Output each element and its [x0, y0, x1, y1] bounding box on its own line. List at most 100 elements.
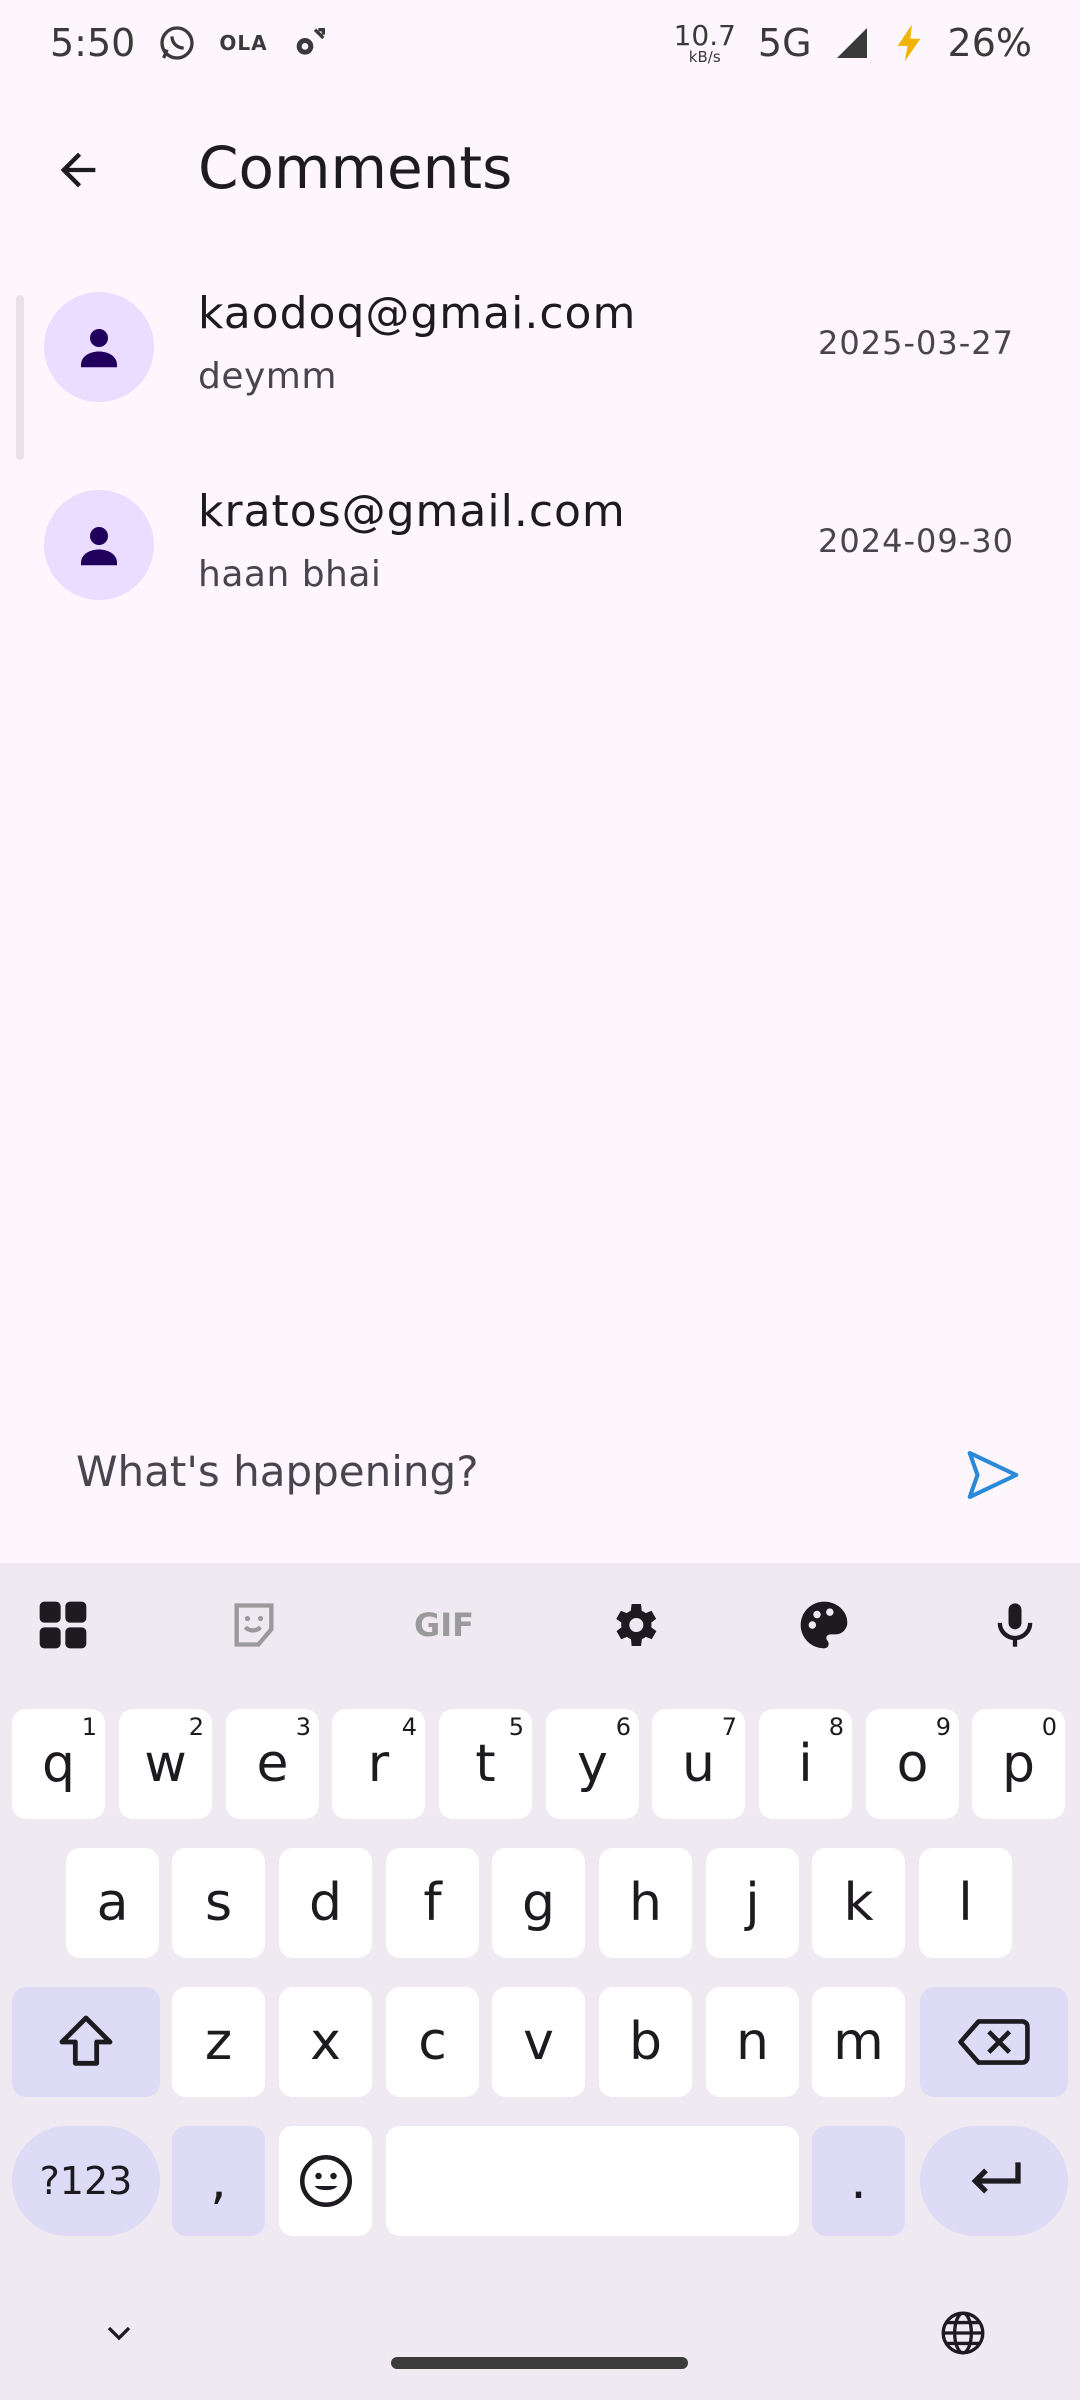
key-u[interactable]: u7	[652, 1709, 745, 1819]
key-l[interactable]: l	[919, 1848, 1012, 1958]
emoji-key[interactable]	[279, 2126, 372, 2236]
comments-list: kaodoq@gmai.com deymm 2025-03-27 kratos@…	[0, 272, 1080, 668]
key-y[interactable]: y6	[546, 1709, 639, 1819]
app-bar: Comments	[0, 110, 1080, 230]
key-label: i	[798, 1734, 813, 1794]
key-hint: 2	[188, 1713, 204, 1741]
key-b[interactable]: b	[599, 1987, 692, 2097]
key-i[interactable]: i8	[759, 1709, 852, 1819]
status-bar: 5:50 OLA 10.7 kB/s 5G 26%	[0, 0, 1080, 86]
key-e[interactable]: e3	[226, 1709, 319, 1819]
battery-percent: 26%	[947, 21, 1032, 65]
key-label: e	[256, 1734, 289, 1794]
backspace-key[interactable]	[920, 1987, 1068, 2097]
settings-sync-icon	[290, 23, 330, 63]
key-hint: 4	[401, 1713, 417, 1741]
comment-item[interactable]: kratos@gmail.com haan bhai 2024-09-30	[0, 470, 1080, 668]
key-label: u	[682, 1734, 715, 1794]
keyboard-toolbar: GIF	[0, 1563, 1080, 1685]
key-z[interactable]: z	[172, 1987, 265, 2097]
enter-icon	[971, 2162, 1021, 2194]
status-bar-right: 10.7 kB/s 5G 26%	[674, 21, 1032, 65]
apps-grid-button[interactable]	[23, 1585, 103, 1665]
avatar	[44, 292, 154, 402]
ola-icon: OLA	[219, 31, 268, 55]
gear-icon	[616, 1604, 657, 1646]
enter-key[interactable]	[920, 2126, 1068, 2236]
comment-email: kaodoq@gmai.com	[198, 288, 637, 339]
sticker-icon	[234, 1603, 274, 1647]
chevron-down-icon	[107, 2326, 131, 2341]
key-k[interactable]: k	[812, 1848, 905, 1958]
key-o[interactable]: o9	[866, 1709, 959, 1819]
gif-button[interactable]: GIF	[404, 1585, 484, 1665]
key-hint: 7	[721, 1713, 737, 1741]
person-icon	[81, 527, 117, 566]
theme-button[interactable]	[784, 1585, 864, 1665]
key-r[interactable]: r4	[332, 1709, 425, 1819]
key-hint: 1	[81, 1713, 97, 1741]
space-key[interactable]	[386, 2126, 799, 2236]
period-key[interactable]: .	[812, 2126, 905, 2236]
hide-keyboard-button[interactable]	[96, 2310, 142, 2356]
key-hint: 6	[615, 1713, 631, 1741]
key-f[interactable]: f	[386, 1848, 479, 1958]
avatar	[44, 490, 154, 600]
backspace-icon	[958, 2019, 1030, 2065]
comment-text: deymm	[198, 356, 337, 397]
key-n[interactable]: n	[706, 1987, 799, 2097]
key-d[interactable]: d	[279, 1848, 372, 1958]
shift-key[interactable]	[12, 1987, 160, 2097]
symbols-key[interactable]: ?123	[12, 2126, 160, 2236]
key-t[interactable]: t5	[439, 1709, 532, 1819]
keyboard: GIF	[0, 1563, 1080, 2400]
key-g[interactable]: g	[492, 1848, 585, 1958]
emoji-icon	[299, 2155, 352, 2207]
key-q[interactable]: q1	[12, 1709, 105, 1819]
comment-date: 2025-03-27	[818, 324, 1014, 362]
charging-icon	[892, 23, 926, 63]
key-label: w	[144, 1734, 187, 1794]
speed-unit: kB/s	[688, 47, 721, 66]
key-v[interactable]: v	[492, 1987, 585, 2097]
key-w[interactable]: w2	[119, 1709, 212, 1819]
key-hint: 8	[828, 1713, 844, 1741]
network-type: 5G	[757, 21, 812, 65]
keyboard-settings-button[interactable]	[594, 1585, 674, 1665]
gesture-nav-handle[interactable]	[391, 2357, 688, 2369]
shift-icon	[59, 2015, 113, 2066]
key-label: p	[1001, 1734, 1035, 1794]
key-h[interactable]: h	[599, 1848, 692, 1958]
arrow-back-icon	[60, 152, 96, 188]
key-label: y	[577, 1734, 608, 1794]
key-label: q	[41, 1734, 75, 1794]
key-c[interactable]: c	[386, 1987, 479, 2097]
voice-input-button[interactable]	[975, 1585, 1055, 1665]
status-bar-left: 5:50 OLA	[50, 21, 330, 65]
key-hint: 5	[508, 1713, 524, 1741]
comment-input[interactable]	[76, 1426, 936, 1516]
key-hint: 9	[935, 1713, 951, 1741]
comment-date: 2024-09-30	[818, 522, 1014, 560]
comma-key[interactable]: ,	[172, 2126, 265, 2236]
network-speed: 10.7 kB/s	[673, 18, 736, 66]
language-button[interactable]	[936, 2306, 990, 2360]
person-icon	[81, 329, 117, 368]
key-s[interactable]: s	[172, 1848, 265, 1958]
key-p[interactable]: p0	[972, 1709, 1065, 1819]
comment-input-row	[0, 1420, 1080, 1520]
apps-grid-icon	[39, 1601, 87, 1649]
signal-icon	[834, 25, 870, 61]
comment-email: kratos@gmail.com	[198, 486, 626, 537]
palette-icon	[800, 1601, 848, 1649]
key-x[interactable]: x	[279, 1987, 372, 2097]
speed-value: 10.7	[673, 18, 736, 52]
send-button[interactable]	[958, 1440, 1028, 1510]
key-a[interactable]: a	[66, 1848, 159, 1958]
send-icon	[967, 1450, 1019, 1500]
back-button[interactable]	[40, 132, 116, 208]
sticker-button[interactable]	[214, 1585, 294, 1665]
key-j[interactable]: j	[706, 1848, 799, 1958]
comment-item[interactable]: kaodoq@gmai.com deymm 2025-03-27	[0, 272, 1080, 470]
key-m[interactable]: m	[812, 1987, 905, 2097]
